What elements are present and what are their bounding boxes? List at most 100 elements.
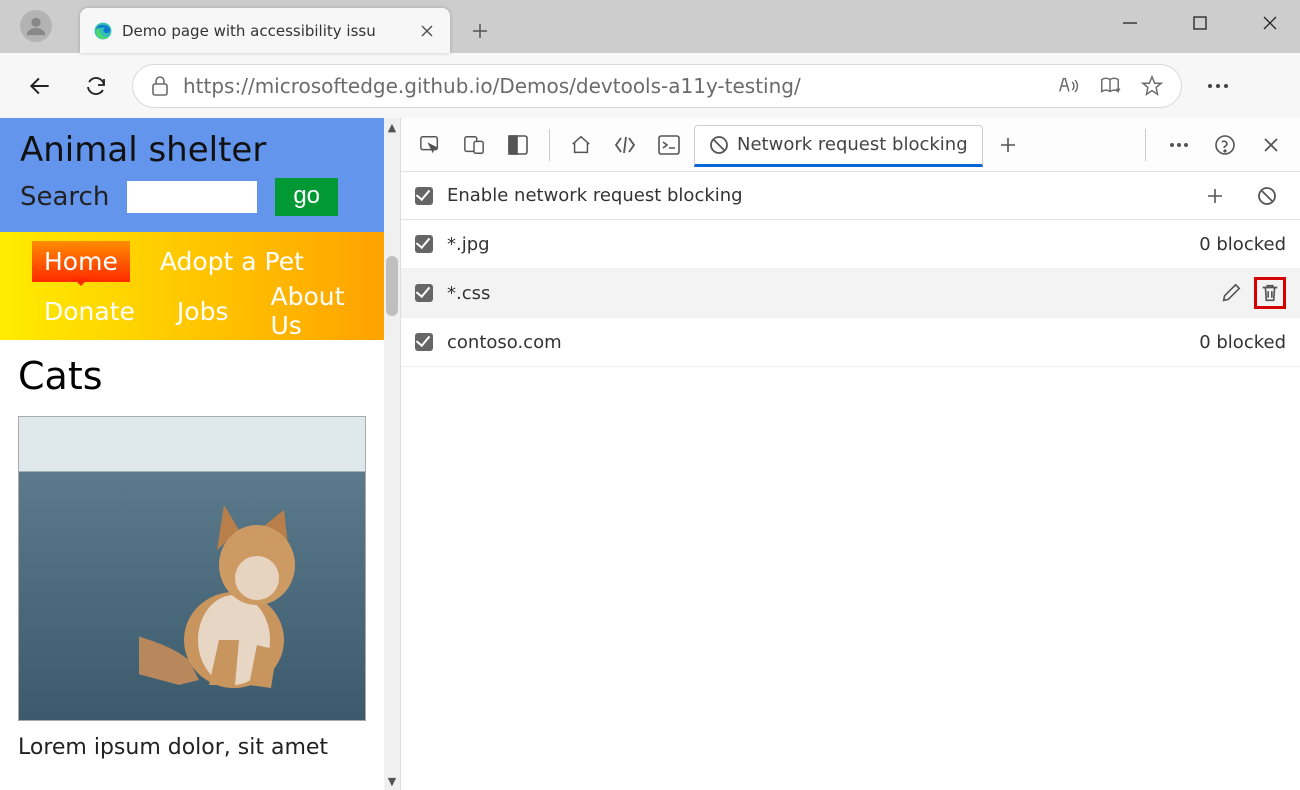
close-icon — [1263, 137, 1279, 153]
devtools-help-button[interactable] — [1206, 125, 1244, 165]
user-icon — [25, 15, 47, 37]
nav-donate[interactable]: Donate — [32, 291, 147, 332]
page-heading: Cats — [18, 354, 366, 398]
minimize-button[interactable] — [1110, 3, 1150, 43]
inspect-icon — [419, 134, 441, 156]
reading-view-button[interactable] — [1099, 75, 1121, 97]
nav-home[interactable]: Home — [32, 241, 130, 282]
edge-favicon-icon — [94, 22, 112, 40]
pattern-text: contoso.com — [447, 332, 1185, 353]
close-icon — [420, 24, 434, 38]
search-label: Search — [20, 182, 109, 212]
blocked-count: 0 blocked — [1199, 234, 1286, 255]
close-window-button[interactable] — [1250, 3, 1290, 43]
trash-icon — [1259, 282, 1281, 304]
remove-all-patterns-button[interactable] — [1248, 176, 1286, 216]
tab-close-button[interactable] — [414, 18, 440, 44]
window-controls — [1110, 0, 1290, 46]
search-input[interactable] — [127, 181, 257, 213]
profile-avatar[interactable] — [20, 10, 52, 42]
more-horizontal-icon — [1207, 83, 1229, 89]
code-icon — [613, 135, 637, 155]
block-icon — [709, 135, 729, 155]
read-aloud-icon — [1057, 75, 1079, 97]
browser-window: Demo page with accessibility issu https:… — [0, 0, 1300, 790]
pencil-icon — [1220, 282, 1242, 304]
scroll-thumb[interactable] — [386, 256, 398, 316]
add-pattern-button[interactable] — [1196, 176, 1234, 216]
pattern-row[interactable]: contoso.com 0 blocked — [401, 318, 1300, 367]
separator — [549, 129, 550, 161]
help-icon — [1214, 134, 1236, 156]
scroll-up-arrow-icon[interactable]: ▲ — [384, 118, 400, 136]
maximize-button[interactable] — [1180, 3, 1220, 43]
devtools-more-button[interactable] — [1160, 125, 1198, 165]
more-horizontal-icon — [1169, 142, 1189, 148]
devtools-close-button[interactable] — [1252, 125, 1290, 165]
enable-blocking-label: Enable network request blocking — [447, 185, 743, 206]
device-emulation-button[interactable] — [455, 125, 493, 165]
enable-blocking-checkbox[interactable] — [415, 187, 433, 205]
devices-icon — [463, 134, 485, 156]
page-viewport: Animal shelter Search go Home Adopt a Pe… — [0, 118, 384, 790]
read-aloud-button[interactable] — [1057, 75, 1079, 97]
pattern-row[interactable]: *.css — [401, 269, 1300, 318]
more-tabs-button[interactable] — [989, 125, 1027, 165]
blocked-count: 0 blocked — [1199, 332, 1286, 353]
pattern-checkbox[interactable] — [415, 235, 433, 253]
titlebar: Demo page with accessibility issu — [0, 0, 1300, 53]
back-button[interactable] — [20, 66, 60, 106]
welcome-tab-button[interactable] — [562, 125, 600, 165]
elements-tab-button[interactable] — [606, 125, 644, 165]
console-tab-button[interactable] — [650, 125, 688, 165]
blocking-toolbar: Enable network request blocking — [401, 172, 1300, 220]
edit-pattern-button[interactable] — [1220, 282, 1242, 304]
book-icon — [1099, 75, 1121, 97]
pattern-checkbox[interactable] — [415, 333, 433, 351]
tab-strip: Demo page with accessibility issu — [80, 0, 498, 53]
refresh-icon — [84, 74, 108, 98]
inspect-element-button[interactable] — [411, 125, 449, 165]
url-text: https://microsoftedge.github.io/Demos/de… — [183, 74, 1043, 98]
devtools-tabbar: Network request blocking — [401, 118, 1300, 172]
site-search: Search go — [20, 178, 364, 216]
search-go-button[interactable]: go — [275, 178, 338, 216]
nav-about[interactable]: About Us — [258, 276, 384, 346]
cat-illustration-icon — [139, 500, 319, 700]
cat-image — [18, 416, 366, 721]
maximize-icon — [1193, 16, 1207, 30]
content-area: Animal shelter Search go Home Adopt a Pe… — [0, 118, 1300, 790]
settings-menu-button[interactable] — [1198, 66, 1238, 106]
site-header: Animal shelter Search go — [0, 118, 384, 232]
plus-icon — [1206, 187, 1224, 205]
new-tab-button[interactable] — [462, 13, 498, 49]
page-main: Cats — [0, 340, 384, 774]
page-paragraph: Lorem ipsum dolor, sit amet — [18, 735, 366, 760]
browser-tab[interactable]: Demo page with accessibility issu — [80, 8, 450, 53]
nav-jobs[interactable]: Jobs — [165, 291, 241, 332]
row-actions — [1220, 277, 1286, 309]
arrow-left-icon — [27, 73, 53, 99]
browser-body: https://microsoftedge.github.io/Demos/de… — [0, 53, 1300, 790]
pattern-text: *.jpg — [447, 234, 1185, 255]
tab-title: Demo page with accessibility issu — [122, 22, 414, 40]
favorite-button[interactable] — [1141, 75, 1163, 97]
console-icon — [658, 135, 680, 155]
delete-pattern-button[interactable] — [1254, 277, 1286, 309]
home-icon — [570, 134, 592, 156]
scroll-down-arrow-icon[interactable]: ▼ — [384, 772, 400, 790]
minimize-icon — [1122, 15, 1138, 31]
lock-icon — [151, 76, 169, 96]
page-scrollbar[interactable]: ▲ ▼ — [384, 118, 400, 790]
address-bar[interactable]: https://microsoftedge.github.io/Demos/de… — [132, 64, 1182, 108]
site-title: Animal shelter — [20, 130, 364, 170]
network-blocking-tab[interactable]: Network request blocking — [694, 125, 983, 167]
plus-icon — [471, 22, 489, 40]
plus-icon — [999, 136, 1017, 154]
refresh-button[interactable] — [76, 66, 116, 106]
separator — [1145, 129, 1146, 161]
pattern-checkbox[interactable] — [415, 284, 433, 302]
close-icon — [1262, 15, 1278, 31]
pattern-row[interactable]: *.jpg 0 blocked — [401, 220, 1300, 269]
dock-side-button[interactable] — [499, 125, 537, 165]
